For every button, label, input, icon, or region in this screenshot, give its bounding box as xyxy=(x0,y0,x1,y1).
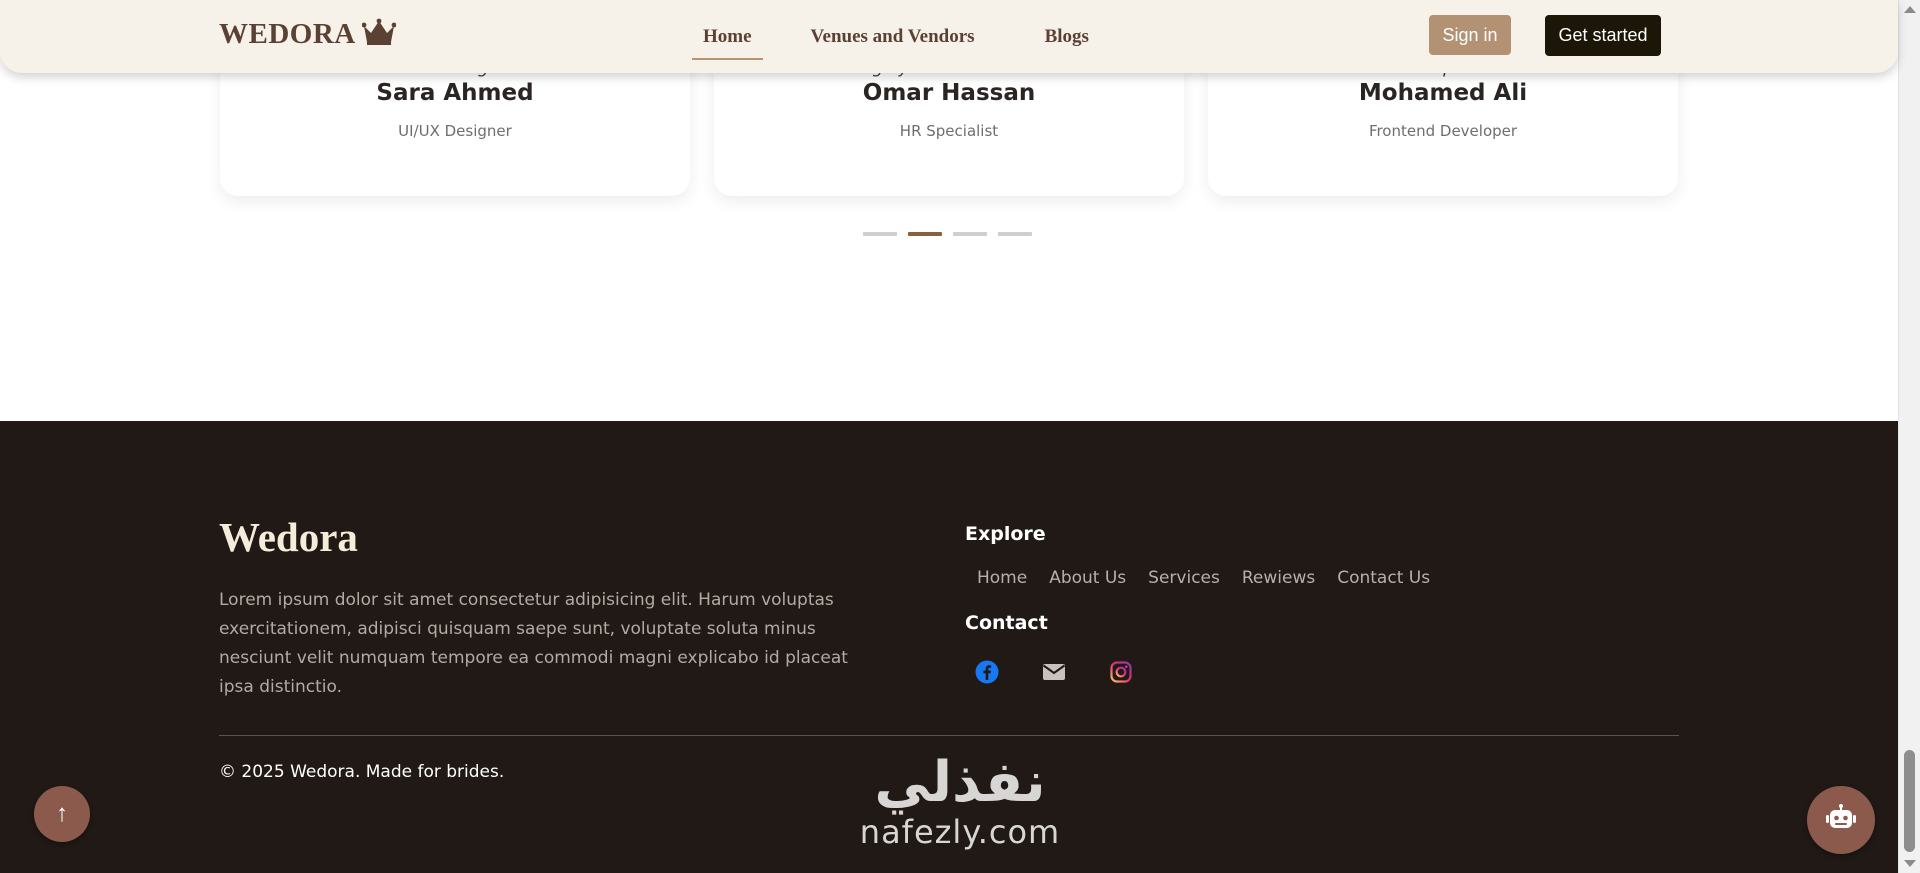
testimonial-role: Frontend Developer xyxy=(1368,122,1518,140)
arrow-up-icon: ↑ xyxy=(56,800,68,827)
watermark-arabic: نفذلي xyxy=(874,750,1046,815)
chatbot-button[interactable] xyxy=(1807,786,1875,854)
get-started-button[interactable]: Get started xyxy=(1545,15,1661,56)
nafezly-watermark: نفذلي nafezly.com xyxy=(850,750,1070,851)
testimonial-name: Mohamed Ali xyxy=(1358,80,1528,106)
social-links xyxy=(975,660,1133,684)
explore-links: Home About Us Services Rewiews Contact U… xyxy=(977,568,1430,588)
nav-home[interactable]: Home xyxy=(692,20,763,60)
scrollbar-thumb[interactable] xyxy=(1904,750,1915,852)
page-scrollbar[interactable] xyxy=(1898,0,1920,873)
instagram-icon[interactable] xyxy=(1109,660,1133,684)
main-nav: Home Venues and Vendors Blogs xyxy=(692,0,1100,73)
testimonial-role: HR Specialist xyxy=(899,122,999,140)
footer-link-home[interactable]: Home xyxy=(977,568,1027,588)
facebook-icon[interactable] xyxy=(975,660,999,684)
scroll-down-arrow[interactable] xyxy=(1904,860,1916,867)
carousel-dot-1[interactable] xyxy=(863,232,897,236)
watermark-latin: nafezly.com xyxy=(859,813,1061,851)
robot-icon xyxy=(1825,803,1857,837)
testimonial-name: Omar Hassan xyxy=(862,80,1036,106)
mail-icon[interactable] xyxy=(1042,660,1066,684)
carousel-dot-2[interactable] xyxy=(908,232,942,236)
scroll-up-arrow[interactable] xyxy=(1904,6,1916,13)
copyright: © 2025 Wedora. Made for brides. xyxy=(219,762,505,782)
carousel-dot-4[interactable] xyxy=(998,232,1032,236)
footer-description: Lorem ipsum dolor sit amet consectetur a… xyxy=(219,590,848,697)
scroll-to-top-button[interactable]: ↑ xyxy=(34,786,90,842)
carousel-dot-3[interactable] xyxy=(953,232,987,236)
navbar: WEDORA Home Venues and Vendors Blogs Sig… xyxy=(0,0,1898,73)
nav-venues-vendors[interactable]: Venues and Vendors xyxy=(800,20,986,54)
contact-heading: Contact xyxy=(965,612,1048,634)
footer-link-reviews[interactable]: Rewiews xyxy=(1242,568,1315,588)
carousel-dots xyxy=(863,232,1032,236)
footer-link-about[interactable]: About Us xyxy=(1049,568,1126,588)
brand-name: WEDORA xyxy=(219,18,356,50)
testimonial-role: UI/UX Designer xyxy=(398,122,512,140)
testimonial-name: Sara Ahmed xyxy=(376,80,534,106)
crown-icon xyxy=(361,18,397,51)
footer-title: Wedora xyxy=(219,514,358,560)
explore-heading: Explore xyxy=(965,523,1046,545)
sign-in-button[interactable]: Sign in xyxy=(1429,15,1511,55)
brand-logo[interactable]: WEDORA xyxy=(219,18,397,51)
footer-link-services[interactable]: Services xyxy=(1148,568,1220,588)
footer-link-contact[interactable]: Contact Us xyxy=(1337,568,1430,588)
nav-blogs[interactable]: Blogs xyxy=(1034,20,1100,54)
footer-divider xyxy=(219,735,1679,736)
